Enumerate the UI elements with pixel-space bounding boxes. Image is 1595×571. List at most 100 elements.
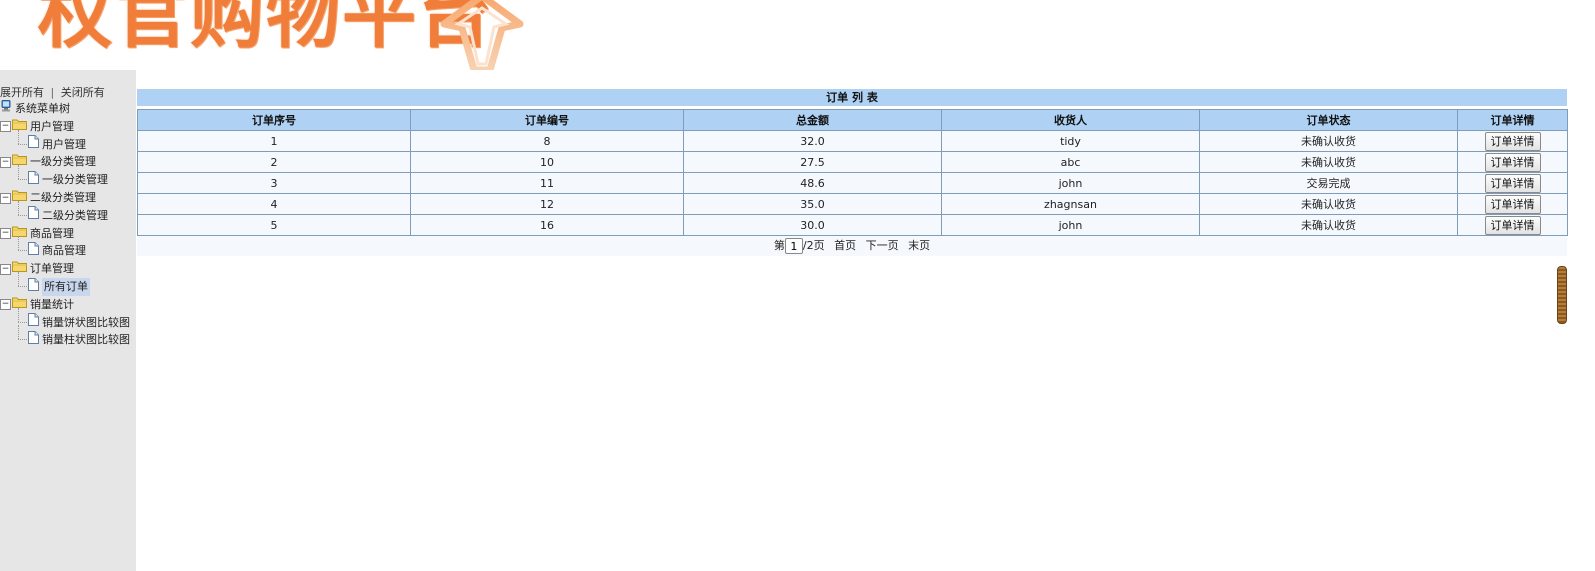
order-detail-button[interactable]: 订单详情 xyxy=(1484,152,1541,172)
collapse-all-link[interactable]: 关闭所有 xyxy=(61,86,105,99)
order-list-panel: 订单 列 表 订单序号 订单编号 总金额 收货人 订单状态 订单详情 1 8 32.0 tidy… xyxy=(137,89,1568,256)
collapse-minus-icon[interactable]: − xyxy=(0,263,11,275)
tree-guide-line xyxy=(18,339,27,341)
tree-guide-line xyxy=(18,129,19,144)
table-row: 5 16 30.0 john 未确认收货 订单详情 xyxy=(137,214,1568,236)
cell-order-no: 16 xyxy=(410,214,684,236)
tree-leaf[interactable]: 二级分类管理 xyxy=(28,206,108,225)
tree-guide-line xyxy=(18,250,27,252)
cell-action: 订单详情 xyxy=(1457,214,1568,236)
cell-status: 未确认收货 xyxy=(1199,130,1458,152)
order-detail-button[interactable]: 订单详情 xyxy=(1484,194,1541,214)
collapse-minus-icon[interactable]: − xyxy=(0,299,11,311)
cell-action: 订单详情 xyxy=(1457,130,1568,152)
cell-receiver: john xyxy=(941,214,1200,236)
page-title: 订单 列 表 xyxy=(137,89,1567,106)
expand-all-link[interactable]: 展开所有 xyxy=(0,86,44,99)
tree-item-label: 二级分类管理 xyxy=(30,191,96,204)
collapse-minus-icon[interactable]: − xyxy=(0,156,11,168)
tree-item-label: 二级分类管理 xyxy=(42,208,108,222)
tree-folder[interactable]: − 商品管理 xyxy=(0,225,74,243)
tree-guide-line xyxy=(18,307,19,322)
cell-receiver: tidy xyxy=(941,130,1200,152)
pagination: 第/2页 首页 下一页 末页 xyxy=(137,236,1567,256)
page-icon xyxy=(28,206,39,225)
cell-total: 30.0 xyxy=(683,214,942,236)
tree-guide-line xyxy=(18,165,19,180)
tree-folder[interactable]: − 二级分类管理 xyxy=(0,189,96,207)
cell-total: 32.0 xyxy=(683,130,942,152)
order-detail-button[interactable]: 订单详情 xyxy=(1484,215,1541,235)
column-header: 收货人 xyxy=(941,109,1200,131)
tree-leaf[interactable]: 销量柱状图比较图 xyxy=(28,330,130,350)
table-row: 4 12 35.0 zhagnsan 未确认收货 订单详情 xyxy=(137,193,1568,215)
table-row: 1 8 32.0 tidy 未确认收货 订单详情 xyxy=(137,130,1568,152)
folder-icon xyxy=(12,189,27,207)
cell-total: 27.5 xyxy=(683,151,942,173)
scrollbar-thumb[interactable] xyxy=(1557,266,1567,324)
order-detail-button[interactable]: 订单详情 xyxy=(1484,173,1541,193)
cell-seq: 3 xyxy=(137,172,411,194)
site-logo: 权官购物平台 xyxy=(0,0,560,70)
cell-status: 未确认收货 xyxy=(1199,151,1458,173)
column-header: 订单编号 xyxy=(410,109,684,131)
tree-guide-line xyxy=(18,286,27,287)
tree-toggle-bar: 展开所有 | 关闭所有 xyxy=(0,84,105,100)
tree-leaf[interactable]: 所有订单 xyxy=(28,277,90,296)
folder-icon xyxy=(12,296,27,314)
order-detail-button[interactable]: 订单详情 xyxy=(1484,131,1541,151)
cell-seq: 5 xyxy=(137,214,411,236)
last-page-link[interactable]: 末页 xyxy=(908,239,930,252)
page-icon xyxy=(28,313,39,332)
pager-suffix: /2页 xyxy=(802,239,825,252)
tree-item-label: 订单管理 xyxy=(30,262,74,276)
folder-icon xyxy=(12,153,27,171)
tree-root[interactable]: 系统菜单树 xyxy=(0,100,70,118)
table-row: 2 10 27.5 abc 未确认收货 订单详情 xyxy=(137,151,1568,173)
column-header: 订单序号 xyxy=(137,109,411,131)
next-page-link[interactable]: 下一页 xyxy=(866,239,899,252)
page-number-input[interactable] xyxy=(784,238,803,254)
diamond-logo-icon xyxy=(440,0,524,70)
folder-icon xyxy=(12,118,27,136)
column-header: 总金额 xyxy=(683,109,942,131)
tree-folder[interactable]: − 用户管理 xyxy=(0,118,74,136)
tree-guide-line xyxy=(18,200,19,215)
page-icon xyxy=(28,241,39,261)
cell-seq: 2 xyxy=(137,151,411,173)
toggle-separator: | xyxy=(50,86,55,99)
tree-item-label: 商品管理 xyxy=(42,244,86,258)
tree-item-label: 销量饼状图比较图 xyxy=(42,315,130,329)
tree-item-label: 用户管理 xyxy=(30,119,74,133)
tree-leaf[interactable]: 一级分类管理 xyxy=(28,170,108,190)
tree-folder[interactable]: − 订单管理 xyxy=(0,260,74,278)
computer-icon xyxy=(0,100,12,118)
cell-seq: 4 xyxy=(137,193,411,215)
cell-status: 未确认收货 xyxy=(1199,214,1458,236)
page-icon xyxy=(28,330,39,350)
tree-folder[interactable]: − 销量统计 xyxy=(0,296,74,314)
collapse-minus-icon[interactable]: − xyxy=(0,192,11,204)
tree-leaf[interactable]: 商品管理 xyxy=(28,241,86,261)
tree-item-label: 一级分类管理 xyxy=(30,155,96,169)
tree-item-label: 商品管理 xyxy=(30,226,74,240)
collapse-minus-icon[interactable]: − xyxy=(0,228,11,240)
page-icon xyxy=(28,170,39,190)
cell-action: 订单详情 xyxy=(1457,193,1568,215)
collapse-minus-icon[interactable]: − xyxy=(0,121,11,133)
tree-guide-line xyxy=(18,236,19,251)
cell-order-no: 11 xyxy=(410,172,684,194)
cell-order-no: 10 xyxy=(410,151,684,173)
cell-receiver: zhagnsan xyxy=(941,193,1200,215)
tree-item-label: 销量统计 xyxy=(30,297,74,311)
tree-guide-line xyxy=(18,272,19,286)
tree-leaf[interactable]: 销量饼状图比较图 xyxy=(28,313,130,332)
tree-folder[interactable]: − 一级分类管理 xyxy=(0,153,96,171)
orders-table: 订单序号 订单编号 总金额 收货人 订单状态 订单详情 1 8 32.0 tidy 未确认收货 订单… xyxy=(137,109,1568,236)
cell-total: 35.0 xyxy=(683,193,942,215)
tree-leaf[interactable]: 用户管理 xyxy=(28,135,86,154)
cell-status: 未确认收货 xyxy=(1199,193,1458,215)
first-page-link[interactable]: 首页 xyxy=(834,239,856,252)
cell-total: 48.6 xyxy=(683,172,942,194)
sidebar: 展开所有 | 关闭所有 系统菜单树 − 用户管理 用户管理 − 一级分类管理 一级分类管理 −… xyxy=(0,70,136,571)
